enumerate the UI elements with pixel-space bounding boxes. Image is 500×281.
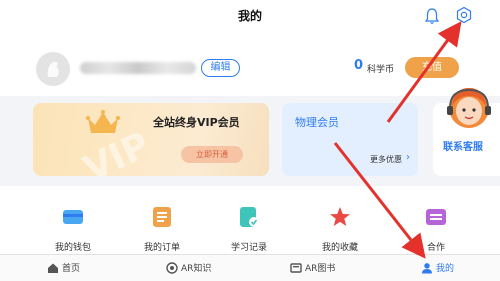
edit-profile-button[interactable]: 编辑 [201, 59, 240, 77]
bell-icon[interactable] [424, 7, 440, 25]
avatar[interactable] [36, 52, 70, 86]
nav-ar-knowledge[interactable]: AR知识 [166, 260, 226, 278]
recharge-button[interactable]: 充值 [405, 57, 459, 78]
ar-book-icon [290, 263, 302, 273]
customer-service-agent-icon [447, 88, 491, 128]
user-icon [422, 263, 432, 274]
top-bar: 我的 [0, 0, 500, 32]
nav-label: 我的 [436, 264, 455, 274]
order-icon [153, 207, 171, 227]
cooperation-icon [426, 209, 446, 225]
star-icon [330, 207, 350, 226]
nav-label: AR知识 [181, 264, 212, 274]
menu-label: 我的钱包 [54, 243, 91, 253]
menu-label: 我的订单 [143, 243, 180, 253]
home-icon [48, 263, 58, 273]
more-offers-link[interactable]: 更多优惠 [370, 154, 402, 165]
menu-study-record[interactable]: 学习记录 [219, 206, 279, 253]
nav-label: AR图书 [305, 264, 336, 274]
feature-menu: 我的钱包 我的订单 学习记录 我的收藏 合作 [0, 186, 500, 254]
vip-membership-card[interactable]: VIP 全站终身VIP会员 立即开通 [33, 103, 269, 176]
menu-label: 我的收藏 [321, 243, 358, 253]
bottom-navigation: 首页 AR知识 AR图书 我的 [0, 254, 500, 281]
coin-label: 科学币 [367, 65, 395, 75]
profile-section: 编辑 0 科学币 充值 [0, 32, 500, 96]
crown-icon [86, 110, 120, 133]
nav-mine[interactable]: 我的 [421, 260, 461, 278]
menu-label: 学习记录 [230, 243, 267, 253]
menu-orders[interactable]: 我的订单 [132, 206, 192, 253]
menu-wallet[interactable]: 我的钱包 [43, 206, 103, 253]
vip-open-button[interactable]: 立即开通 [181, 146, 243, 163]
nav-ar-books[interactable]: AR图书 [290, 260, 350, 278]
gear-icon[interactable] [455, 6, 473, 24]
menu-cooperation[interactable]: 合作 [406, 206, 466, 253]
coin-balance: 0 [354, 58, 364, 73]
avatar-placeholder-icon [36, 52, 70, 86]
nav-home[interactable]: 首页 [47, 260, 87, 278]
vip-title: 全站终身VIP会员 [153, 116, 240, 129]
menu-favorites[interactable]: 我的收藏 [310, 206, 370, 253]
ar-knowledge-icon [166, 262, 178, 274]
wallet-icon [63, 210, 83, 224]
study-record-icon [240, 207, 259, 227]
username-blurred [80, 62, 196, 74]
nav-label: 首页 [62, 264, 81, 274]
physics-membership-card[interactable]: 物理会员 更多优惠 › [282, 103, 418, 176]
physics-title: 物理会员 [295, 116, 339, 129]
contact-service-label: 联系客服 [443, 138, 500, 153]
chevron-right-icon: › [406, 152, 410, 163]
menu-label: 合作 [426, 243, 445, 253]
